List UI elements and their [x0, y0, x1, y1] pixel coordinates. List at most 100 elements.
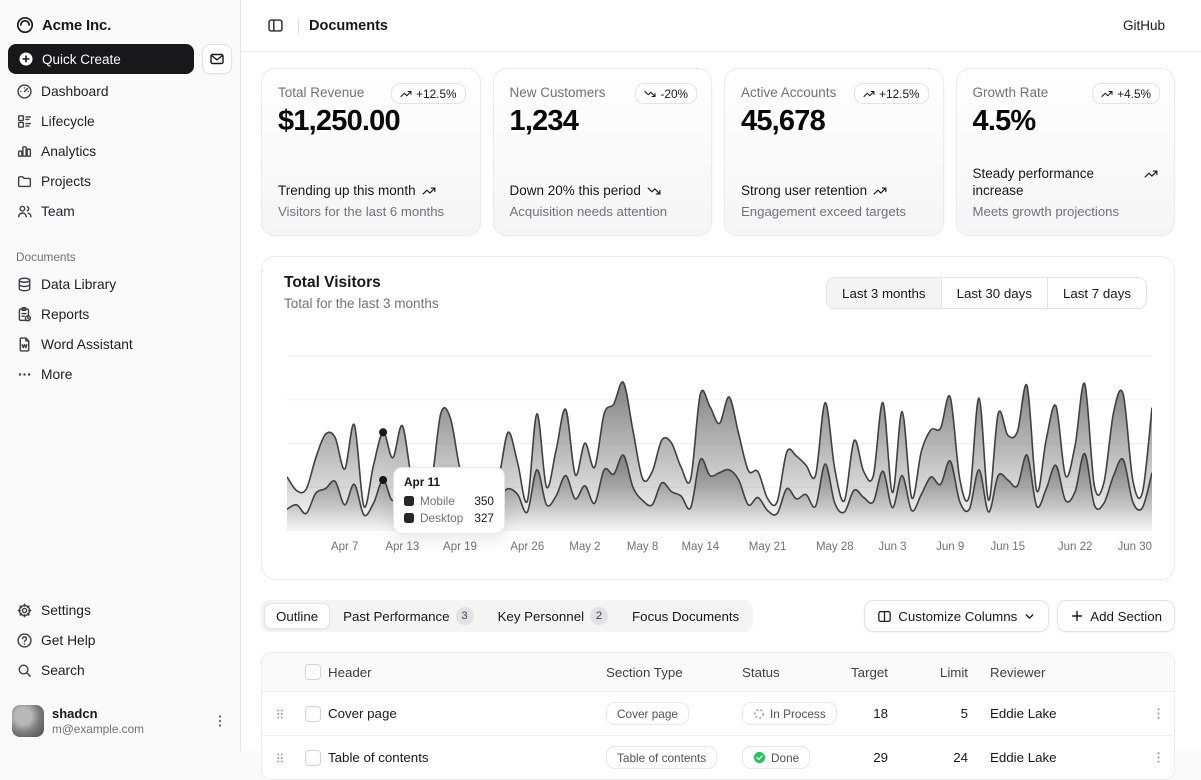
svg-text:Apr 7: Apr 7 — [331, 541, 359, 553]
content: Total Revenue +12.5% $1,250.00 Trending … — [241, 52, 1201, 780]
github-link[interactable]: GitHub — [1123, 18, 1165, 33]
quick-create-button[interactable]: Quick Create — [8, 44, 194, 74]
visitors-chart-card: Total Visitors Total for the last 3 mont… — [261, 256, 1175, 580]
drag-handle[interactable] — [269, 747, 291, 769]
row-menu-button[interactable] — [1147, 702, 1170, 725]
nav-documents: Data Library Reports Word Assistant More — [0, 269, 240, 389]
inbox-button[interactable] — [202, 44, 232, 74]
sidebar-item-projects[interactable]: Projects — [8, 166, 232, 196]
select-all-checkbox[interactable] — [305, 664, 321, 680]
database-icon — [16, 276, 33, 293]
trending-up-icon — [863, 88, 875, 100]
trending-up-icon — [1144, 166, 1158, 181]
sidebar-item-dashboard[interactable]: Dashboard — [8, 76, 232, 106]
tab-count-badge: 3 — [456, 607, 474, 625]
trending-up-icon — [873, 183, 887, 198]
sidebar-item-more[interactable]: More — [8, 359, 232, 389]
chart-subtitle: Total for the last 3 months — [284, 296, 439, 311]
user-name: shadcn — [52, 706, 204, 722]
sidebar-item-search[interactable]: Search — [8, 655, 232, 685]
svg-text:Jun 15: Jun 15 — [991, 541, 1026, 553]
row-menu-button[interactable] — [1147, 746, 1170, 769]
search-icon — [16, 662, 33, 679]
users-icon — [16, 203, 33, 220]
nav-main: Dashboard Lifecycle Analytics Projects T… — [0, 76, 240, 226]
chart-title: Total Visitors — [284, 274, 381, 292]
sidebar-item-analytics[interactable]: Analytics — [8, 136, 232, 166]
tab-focus-documents[interactable]: Focus Documents — [621, 603, 750, 629]
table-header-row: Header Section Type Status Target Limit … — [262, 653, 1174, 691]
inner-shadow-circle-icon — [16, 16, 34, 34]
svg-text:May 28: May 28 — [816, 541, 854, 553]
card-new-customers: New Customers -20% 1,234 Down 20% this p… — [493, 68, 713, 236]
range-option-7-days[interactable]: Last 7 days — [1047, 278, 1146, 308]
folder-icon — [16, 173, 33, 190]
range-toggle-group: Last 3 months Last 30 days Last 7 days — [826, 277, 1147, 309]
card-active-accounts: Active Accounts +12.5% 45,678 Strong use… — [724, 68, 944, 236]
sidebar-item-lifecycle[interactable]: Lifecycle — [8, 106, 232, 136]
range-option-3-months[interactable]: Last 3 months — [827, 278, 941, 308]
status-badge: Done — [742, 746, 810, 769]
svg-text:May 21: May 21 — [749, 541, 787, 553]
range-option-30-days[interactable]: Last 30 days — [941, 278, 1047, 308]
sections-table: Header Section Type Status Target Limit … — [261, 652, 1175, 780]
svg-text:Jun 3: Jun 3 — [878, 541, 906, 553]
section-type-badge: Table of contents — [606, 746, 717, 769]
desktop-series-swatch — [404, 513, 414, 523]
sidebar-item-word-assistant[interactable]: Word Assistant — [8, 329, 232, 359]
sidebar-item-settings[interactable]: Settings — [8, 595, 232, 625]
user-email: m@example.com — [52, 722, 204, 737]
sidebar-item-data-library[interactable]: Data Library — [8, 269, 232, 299]
row-header[interactable]: Table of contents — [328, 750, 606, 765]
user-menu[interactable]: shadcn m@example.com — [8, 701, 232, 741]
table-toolbar: Outline Past Performance3 Key Personnel2… — [261, 600, 1175, 632]
help-circle-icon — [16, 632, 33, 649]
check-circle-icon — [753, 751, 766, 764]
trending-down-icon — [647, 183, 661, 198]
sidebar-toggle-button[interactable] — [263, 13, 288, 38]
avatar — [12, 705, 44, 737]
divider — [298, 18, 299, 34]
drag-handle[interactable] — [269, 703, 291, 725]
svg-text:May 2: May 2 — [569, 541, 600, 553]
mobile-series-swatch — [404, 496, 414, 506]
add-section-button[interactable]: Add Section — [1057, 600, 1175, 632]
card-growth-rate: Growth Rate +4.5% 4.5% Steady performanc… — [956, 68, 1176, 236]
tab-key-personnel[interactable]: Key Personnel2 — [487, 603, 619, 629]
row-checkbox[interactable] — [305, 706, 321, 722]
svg-text:Apr 26: Apr 26 — [510, 541, 544, 553]
chevron-down-icon — [1023, 610, 1036, 623]
section-type-badge: Cover page — [606, 702, 689, 725]
dashboard-icon — [16, 83, 33, 100]
brand[interactable]: Acme Inc. — [8, 10, 232, 40]
columns-icon — [877, 609, 892, 624]
circle-plus-icon — [18, 51, 34, 67]
row-header[interactable]: Cover page — [328, 706, 606, 721]
tab-count-badge: 2 — [590, 607, 608, 625]
customize-columns-button[interactable]: Customize Columns — [864, 600, 1049, 632]
main-panel: Documents GitHub Total Revenue +12.5% $1… — [240, 0, 1201, 751]
stat-value: 1,234 — [510, 105, 696, 138]
stat-value: 45,678 — [741, 105, 927, 138]
tab-outline[interactable]: Outline — [264, 603, 330, 629]
trend-badge: +12.5% — [391, 83, 465, 104]
sidebar-item-team[interactable]: Team — [8, 196, 232, 226]
svg-text:Jun 30: Jun 30 — [1117, 541, 1152, 553]
trend-badge: -20% — [635, 83, 697, 104]
loader-icon — [753, 708, 765, 720]
trend-badge: +12.5% — [854, 83, 928, 104]
sidebar-group-label: Documents — [0, 250, 240, 264]
tab-past-performance[interactable]: Past Performance3 — [332, 603, 484, 629]
row-checkbox[interactable] — [305, 750, 321, 766]
gear-icon — [16, 602, 33, 619]
mail-icon — [209, 51, 225, 67]
table-row: Table of contents Table of contents Done… — [262, 735, 1174, 779]
trend-badge: +4.5% — [1092, 83, 1160, 104]
trending-down-icon — [644, 88, 656, 100]
chart-tooltip: Apr 11 Mobile350 Desktop327 — [393, 467, 505, 534]
nav-secondary: Settings Get Help Search — [0, 595, 240, 685]
sidebar-item-get-help[interactable]: Get Help — [8, 625, 232, 655]
svg-text:Jun 22: Jun 22 — [1058, 541, 1093, 553]
stat-value: 4.5% — [973, 105, 1159, 138]
sidebar-item-reports[interactable]: Reports — [8, 299, 232, 329]
